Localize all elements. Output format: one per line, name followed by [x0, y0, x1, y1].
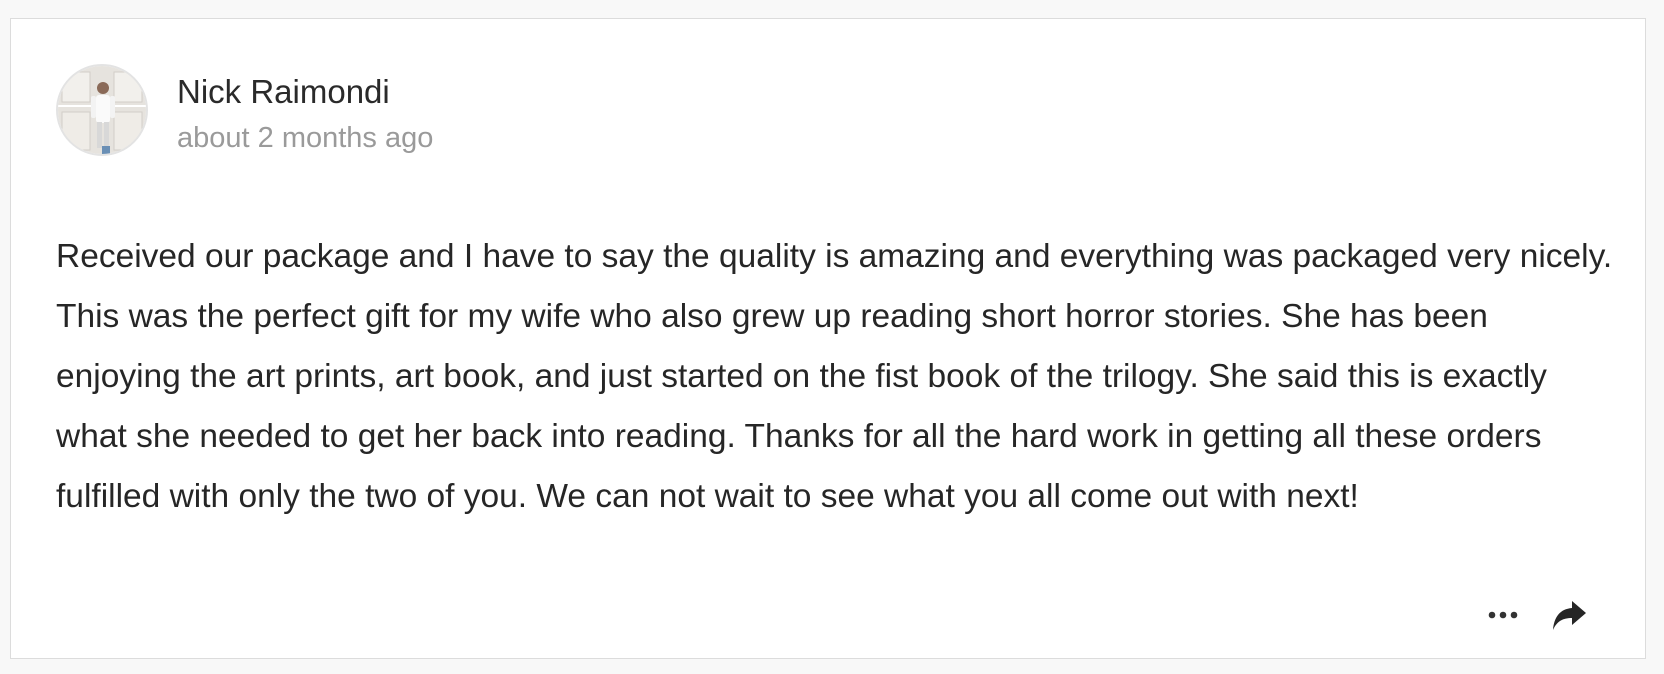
- more-horizontal-icon: [1488, 611, 1518, 619]
- review-text: Received our package and I have to say t…: [56, 238, 1613, 515]
- share-button[interactable]: [1549, 595, 1589, 635]
- more-options-button[interactable]: [1483, 595, 1523, 635]
- avatar[interactable]: [56, 64, 148, 156]
- avatar-photo: [58, 66, 146, 154]
- review-header: Nick Raimondi about 2 months ago: [56, 64, 433, 160]
- post-timestamp[interactable]: about 2 months ago: [177, 118, 433, 158]
- author-name[interactable]: Nick Raimondi: [177, 70, 433, 114]
- share-arrow-icon: [1553, 601, 1586, 630]
- review-card: Nick Raimondi about 2 months ago Receive…: [10, 18, 1646, 659]
- author-info: Nick Raimondi about 2 months ago: [177, 64, 433, 158]
- review-actions: [1483, 595, 1589, 635]
